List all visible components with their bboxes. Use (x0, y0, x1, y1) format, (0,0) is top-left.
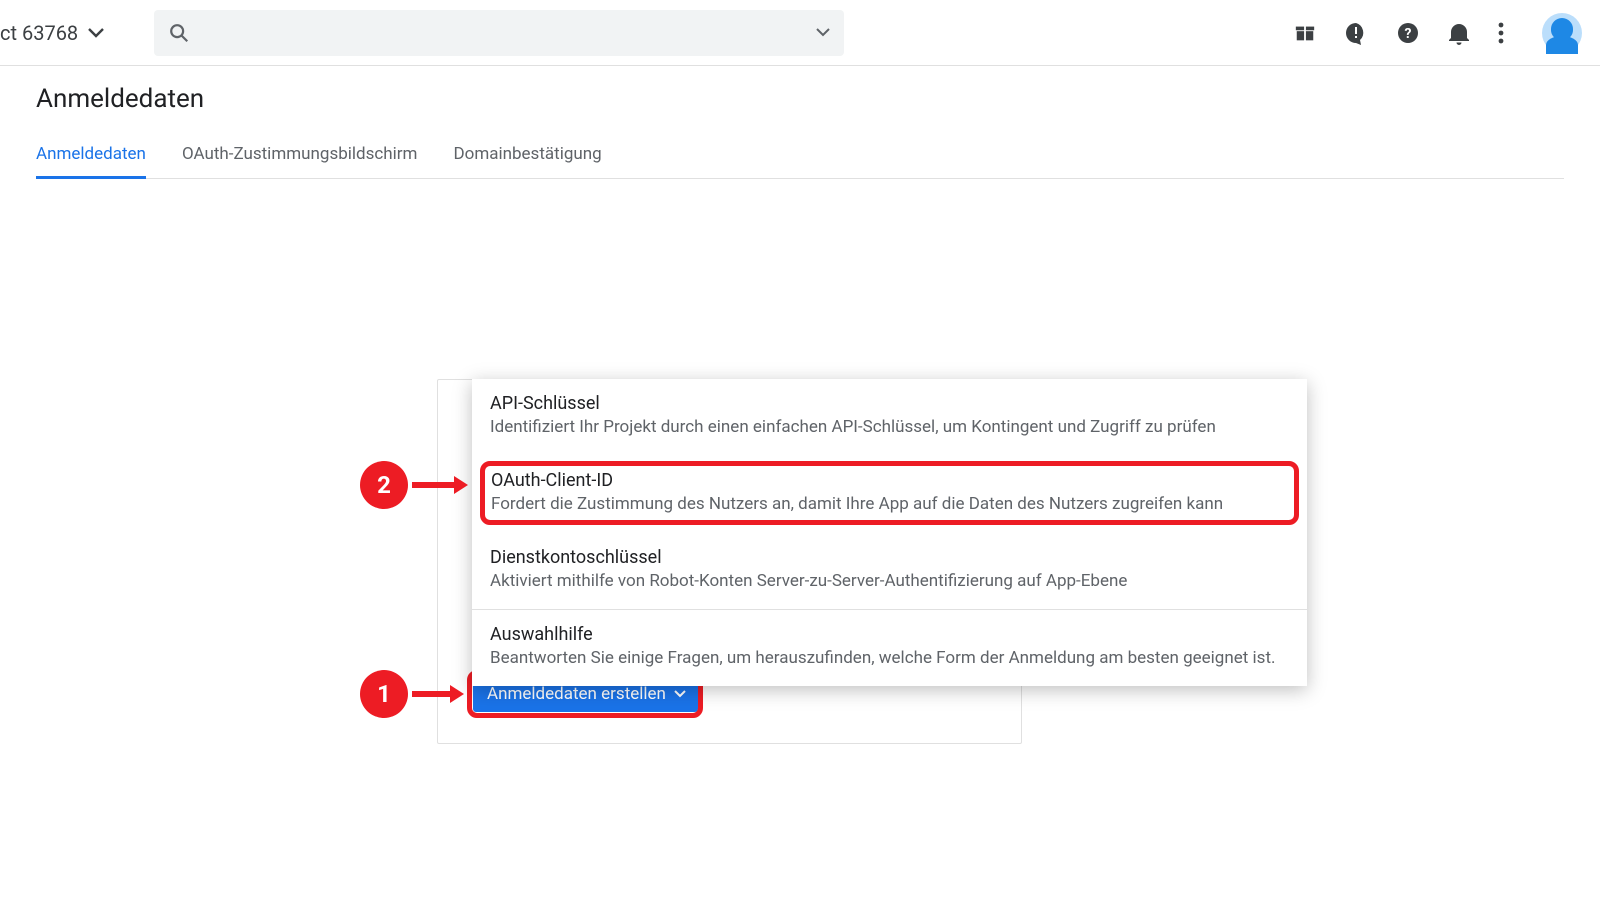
search-icon (168, 22, 190, 44)
top-icons: ? (1294, 13, 1582, 53)
tab-row: Anmeldedaten OAuth-Zustimmungsbildschirm… (36, 132, 1564, 179)
content-stage: Anmeldedaten erstellen API-Schlüssel Ide… (0, 179, 1600, 879)
arrow-right-icon (412, 685, 464, 703)
menu-item-title: OAuth-Client-ID (491, 470, 1288, 491)
create-credentials-label: Anmeldedaten erstellen (487, 684, 666, 704)
arrow-right-icon (412, 476, 468, 494)
menu-item-title: Auswahlhilfe (490, 624, 1289, 645)
page-title: Anmeldedaten (0, 66, 1600, 132)
menu-item-desc: Aktiviert mithilfe von Robot-Konten Serv… (490, 570, 1289, 593)
search-box[interactable] (154, 10, 844, 56)
menu-item-api-key[interactable]: API-Schlüssel Identifiziert Ihr Projekt … (472, 379, 1307, 455)
menu-item-service-account-key[interactable]: Dienstkontoschlüssel Aktiviert mithilfe … (472, 533, 1307, 609)
alert-bubble-icon[interactable] (1344, 21, 1368, 45)
menu-item-oauth-client-id[interactable]: OAuth-Client-ID Fordert die Zustimmung d… (472, 455, 1307, 533)
svg-text:?: ? (1405, 26, 1412, 42)
top-bar: ct 63768 ? (0, 0, 1600, 66)
person-icon (1551, 18, 1573, 40)
search-input[interactable] (190, 23, 816, 42)
tab-credentials[interactable]: Anmeldedaten (36, 132, 146, 178)
gift-icon[interactable] (1294, 22, 1316, 44)
menu-item-title: Dienstkontoschlüssel (490, 547, 1289, 568)
menu-item-desc: Fordert die Zustimmung des Nutzers an, d… (491, 493, 1288, 516)
menu-item-help-me-choose[interactable]: Auswahlhilfe Beantworten Sie einige Frag… (472, 610, 1307, 686)
create-credentials-menu: API-Schlüssel Identifiziert Ihr Projekt … (472, 379, 1307, 686)
bell-icon[interactable] (1448, 21, 1470, 45)
caret-down-icon (816, 28, 830, 37)
caret-down-icon (88, 28, 104, 38)
annotation-step-1: 1 (360, 670, 408, 718)
help-icon[interactable]: ? (1396, 21, 1420, 45)
tab-oauth-consent[interactable]: OAuth-Zustimmungsbildschirm (182, 132, 418, 178)
caret-down-icon (674, 690, 686, 698)
annotation-highlight-2: OAuth-Client-ID Fordert die Zustimmung d… (480, 461, 1299, 525)
project-name: ct 63768 (0, 21, 78, 45)
menu-item-desc: Beantworten Sie einige Fragen, um heraus… (490, 647, 1289, 670)
menu-item-desc: Identifiziert Ihr Projekt durch einen ei… (490, 416, 1289, 439)
project-selector[interactable]: ct 63768 (0, 21, 104, 45)
menu-item-title: API-Schlüssel (490, 393, 1289, 414)
tab-domain-verify[interactable]: Domainbestätigung (453, 132, 601, 178)
annotation-step-2: 2 (360, 461, 408, 509)
avatar[interactable] (1542, 13, 1582, 53)
more-vert-icon[interactable] (1498, 22, 1504, 44)
